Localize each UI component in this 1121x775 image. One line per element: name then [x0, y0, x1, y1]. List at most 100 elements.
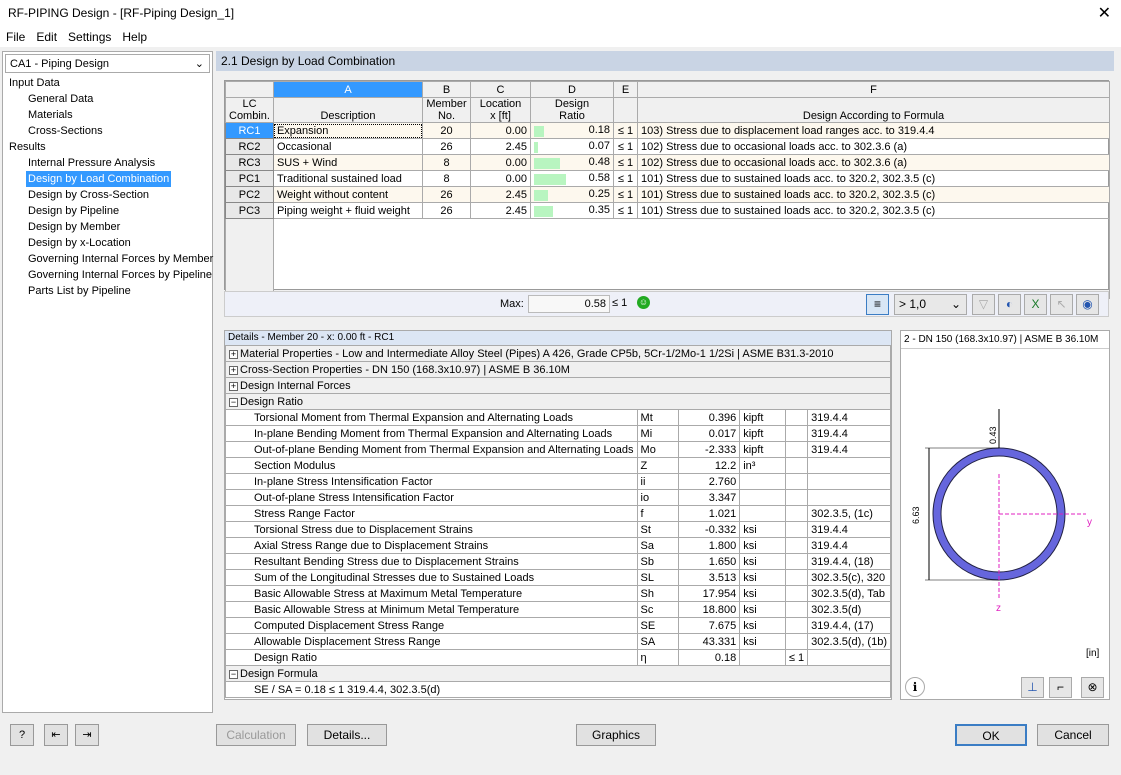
- details-section[interactable]: + Cross-Section Properties - DN 150 (168.…: [225, 361, 891, 378]
- view-icon[interactable]: ◉: [1076, 294, 1099, 315]
- formula-cell[interactable]: 101) Stress due to sustained loads acc. …: [637, 202, 1110, 219]
- ratio-cell[interactable]: 0.18: [530, 122, 614, 139]
- tree-item[interactable]: Design by x-Location: [3, 235, 212, 251]
- desc-cell[interactable]: Piping weight + fluid weight: [272, 202, 424, 219]
- reset-view-icon[interactable]: ⊗: [1081, 677, 1104, 698]
- ok-button[interactable]: OK: [955, 724, 1027, 746]
- calculation-button[interactable]: Calculation: [216, 724, 296, 746]
- ratio-cell[interactable]: 0.58: [530, 170, 614, 187]
- member-cell[interactable]: 26: [422, 202, 471, 219]
- select-pointer-icon[interactable]: ↖: [1050, 294, 1073, 315]
- lc-cell[interactable]: RC1: [225, 122, 274, 139]
- desc-cell[interactable]: Traditional sustained load: [272, 170, 424, 187]
- formula-cell[interactable]: 102) Stress due to occasional loads acc.…: [637, 138, 1110, 155]
- tree-group[interactable]: Input Data: [3, 75, 212, 91]
- location-cell[interactable]: 0.00: [470, 122, 531, 139]
- tree-item[interactable]: Design by Cross-Section: [3, 187, 212, 203]
- lc-cell[interactable]: PC1: [225, 170, 274, 187]
- desc-cell[interactable]: SUS + Wind: [272, 154, 424, 171]
- tree-item[interactable]: Design by Member: [3, 219, 212, 235]
- col-a[interactable]: A: [272, 81, 424, 98]
- tree-item[interactable]: Internal Pressure Analysis: [3, 155, 212, 171]
- lc-cell[interactable]: RC3: [225, 154, 274, 171]
- table-row[interactable]: PC3 Piping weight + fluid weight 26 2.45…: [225, 202, 1110, 219]
- unit: [739, 649, 786, 666]
- member-cell[interactable]: 8: [422, 170, 471, 187]
- details-section[interactable]: − Design Ratio: [225, 393, 891, 410]
- member-cell[interactable]: 20: [422, 122, 471, 139]
- menu-edit[interactable]: Edit: [30, 27, 62, 44]
- member-cell[interactable]: 26: [422, 138, 471, 155]
- tree-item[interactable]: General Data: [3, 91, 212, 107]
- tree-item[interactable]: Materials: [3, 107, 212, 123]
- desc-cell[interactable]: Weight without content: [272, 186, 424, 203]
- collapse-icon[interactable]: −: [229, 669, 238, 679]
- location-cell[interactable]: 0.00: [470, 154, 531, 171]
- excel-export-icon[interactable]: X: [1024, 294, 1047, 315]
- lc-cell[interactable]: PC3: [225, 202, 274, 219]
- ratio-cell[interactable]: 0.35: [530, 202, 614, 219]
- menu-settings[interactable]: Settings: [62, 27, 116, 44]
- menu-file[interactable]: File: [0, 27, 30, 44]
- collapse-icon[interactable]: −: [229, 397, 238, 407]
- ratio-cell[interactable]: 0.25: [530, 186, 614, 203]
- col-e[interactable]: E: [613, 81, 638, 98]
- menu-help[interactable]: Help: [116, 27, 152, 44]
- axes-icon[interactable]: ⌐: [1049, 677, 1072, 698]
- case-select[interactable]: CA1 - Piping Design ⌄: [5, 54, 210, 73]
- axis-y-label: y: [1087, 517, 1092, 528]
- location-cell[interactable]: 2.45: [470, 202, 531, 219]
- tree-group[interactable]: Results: [3, 139, 212, 155]
- details-section[interactable]: + Design Internal Forces: [225, 377, 891, 394]
- formula-cell[interactable]: 101) Stress due to sustained loads acc. …: [637, 186, 1110, 203]
- export-icon[interactable]: ⇥: [75, 724, 99, 746]
- expand-icon[interactable]: +: [229, 381, 238, 391]
- table-row[interactable]: RC1 Expansion 20 0.00 0.18 ≤ 1 103) Stre…: [225, 122, 1110, 139]
- tree-item[interactable]: Governing Internal Forces by Pipeline: [3, 267, 212, 283]
- member-cell[interactable]: 8: [422, 154, 471, 171]
- filter-select[interactable]: > 1,0 ⌄: [894, 294, 967, 315]
- expand-icon[interactable]: +: [229, 365, 238, 375]
- col-d[interactable]: D: [530, 81, 614, 98]
- location-cell[interactable]: 2.45: [470, 186, 531, 203]
- tree-item[interactable]: Governing Internal Forces by Member: [3, 251, 213, 267]
- table-row[interactable]: RC3 SUS + Wind 8 0.00 0.48 ≤ 1 102) Stre…: [225, 154, 1110, 171]
- desc-cell[interactable]: Expansion: [272, 122, 424, 139]
- tree-item[interactable]: Design by Pipeline: [3, 203, 212, 219]
- formula-cell[interactable]: 102) Stress due to occasional loads acc.…: [637, 154, 1110, 171]
- formula-cell[interactable]: 103) Stress due to displacement load ran…: [637, 122, 1110, 139]
- member-header: Member No.: [422, 97, 471, 123]
- col-c[interactable]: C: [470, 81, 531, 98]
- import-icon[interactable]: ⇤: [44, 724, 68, 746]
- bar-chart-toggle-icon[interactable]: ≡: [866, 294, 889, 315]
- lc-cell[interactable]: PC2: [225, 186, 274, 203]
- member-cell[interactable]: 26: [422, 186, 471, 203]
- tree-item[interactable]: Design by Load Combination: [3, 171, 212, 187]
- info-icon[interactable]: ℹ: [905, 677, 925, 697]
- table-row[interactable]: PC2 Weight without content 26 2.45 0.25 …: [225, 186, 1110, 203]
- close-icon[interactable]: ✕: [1098, 3, 1111, 23]
- help-icon[interactable]: ?: [10, 724, 34, 746]
- expand-icon[interactable]: +: [229, 349, 238, 359]
- col-f[interactable]: F: [637, 81, 1110, 98]
- lc-cell[interactable]: RC2: [225, 138, 274, 155]
- formula-cell[interactable]: 101) Stress due to sustained loads acc. …: [637, 170, 1110, 187]
- ratio-cell[interactable]: 0.07: [530, 138, 614, 155]
- details-button[interactable]: Details...: [307, 724, 387, 746]
- details-section[interactable]: − Design Formula: [225, 665, 891, 682]
- location-cell[interactable]: 0.00: [470, 170, 531, 187]
- col-b[interactable]: B: [422, 81, 471, 98]
- tree-item[interactable]: Parts List by Pipeline: [3, 283, 212, 299]
- table-row[interactable]: RC2 Occasional 26 2.45 0.07 ≤ 1 102) Str…: [225, 138, 1110, 155]
- location-cell[interactable]: 2.45: [470, 138, 531, 155]
- details-section[interactable]: + Material Properties - Low and Intermedi…: [225, 345, 891, 362]
- ratio-cell[interactable]: 0.48: [530, 154, 614, 171]
- color-scale-icon[interactable]: ◐: [998, 294, 1021, 315]
- tree-item[interactable]: Cross-Sections: [3, 123, 212, 139]
- filter-icon[interactable]: ▽: [972, 294, 995, 315]
- table-row[interactable]: PC1 Traditional sustained load 8 0.00 0.…: [225, 170, 1110, 187]
- graphics-button[interactable]: Graphics: [576, 724, 656, 746]
- desc-cell[interactable]: Occasional: [272, 138, 424, 155]
- cancel-button[interactable]: Cancel: [1037, 724, 1109, 746]
- section-view-icon[interactable]: ⊥: [1021, 677, 1044, 698]
